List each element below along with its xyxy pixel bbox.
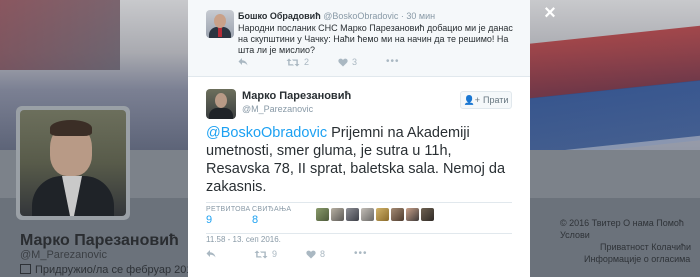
footer-line[interactable]: Приватност Колачићи xyxy=(560,241,696,253)
likers-avatars xyxy=(316,208,434,221)
profile-joined: Придружио/ла се фебруар 2012 xyxy=(20,264,199,276)
parent-author-handle: @BoskoObradovic xyxy=(323,11,399,21)
more-dots-icon: ••• xyxy=(386,56,400,67)
liker-avatar[interactable] xyxy=(361,208,374,221)
parent-tweet-text: Народни посланик СНС Марко Парезановић д… xyxy=(238,23,513,55)
parent-tweet-actions: 2 3 ••• xyxy=(238,57,438,69)
reply-icon xyxy=(206,250,216,258)
heart-icon xyxy=(338,58,348,66)
profile-name[interactable]: Марко Парезановић xyxy=(20,232,179,250)
follow-person-icon: 👤+ xyxy=(463,94,481,105)
footer-line[interactable]: © 2016 Твитер О нама Помоћ Услови xyxy=(560,217,696,241)
more-dots-icon: ••• xyxy=(354,248,368,259)
tweet-modal: Бошко Обрадовић @BoskoObradovic · 30 мин… xyxy=(188,0,530,277)
main-author-name[interactable]: Марко Парезановић xyxy=(242,90,351,102)
parent-author[interactable]: Бошко Обрадовић @BoskoObradovic · 30 мин xyxy=(238,11,435,21)
retweet-icon xyxy=(286,58,300,66)
liker-avatar[interactable] xyxy=(421,208,434,221)
tweet-stats: РЕТВИТОВА 9 СВИЂАЊА 8 xyxy=(206,202,512,234)
parent-tweet[interactable]: Бошко Обрадовић @BoskoObradovic · 30 мин… xyxy=(188,0,530,77)
header-decoration xyxy=(0,0,120,70)
liker-avatar[interactable] xyxy=(331,208,344,221)
main-tweet: Марко Парезановић @M_Parezanovic 👤+ Прат… xyxy=(188,77,530,277)
like-button[interactable]: 8 xyxy=(306,249,325,259)
liker-avatar[interactable] xyxy=(406,208,419,221)
retweets-label: РЕТВИТОВА xyxy=(206,206,251,213)
like-count: 8 xyxy=(320,249,326,259)
liker-avatar[interactable] xyxy=(376,208,389,221)
main-author-avatar[interactable] xyxy=(206,89,236,119)
reply-button[interactable] xyxy=(238,57,248,66)
joined-text: Придружио/ла се фебруар 2012 xyxy=(35,264,199,276)
parent-author-name[interactable]: Бошко Обрадовић xyxy=(238,11,321,21)
retweets-stat[interactable]: РЕТВИТОВА 9 xyxy=(206,206,251,226)
main-tweet-text: @BoskoObradovic Prijemni na Akademiji um… xyxy=(206,124,516,196)
likes-label: СВИЂАЊА xyxy=(252,206,292,213)
retweet-button[interactable]: 2 xyxy=(286,57,309,67)
mention-link[interactable]: @BoskoObradovic xyxy=(206,125,327,141)
calendar-icon xyxy=(20,264,31,274)
follow-label: Прати xyxy=(483,95,509,105)
profile-handle: @M_Parezanovic xyxy=(20,249,107,261)
more-button[interactable]: ••• xyxy=(386,56,400,67)
more-button[interactable]: ••• xyxy=(354,248,368,259)
retweets-value: 9 xyxy=(206,214,213,226)
main-tweet-actions: 9 8 ••• xyxy=(206,249,406,261)
retweet-icon xyxy=(254,250,268,258)
reply-button[interactable] xyxy=(206,249,216,258)
likes-stat[interactable]: СВИЂАЊА 8 xyxy=(252,206,291,226)
liker-avatar[interactable] xyxy=(346,208,359,221)
parent-tweet-time[interactable]: · 30 мин xyxy=(401,11,435,21)
liker-avatar[interactable] xyxy=(316,208,329,221)
close-icon[interactable]: × xyxy=(541,3,559,23)
main-author-handle[interactable]: @M_Parezanovic xyxy=(242,104,313,114)
parent-author-avatar[interactable] xyxy=(206,10,234,38)
footer-line[interactable]: Информације о огласима xyxy=(560,253,696,265)
heart-icon xyxy=(306,250,316,258)
footer-links: © 2016 Твитер О нама Помоћ Услови Приват… xyxy=(560,217,696,265)
profile-avatar[interactable] xyxy=(20,110,126,216)
like-count: 3 xyxy=(352,57,358,67)
retweet-count: 2 xyxy=(304,57,310,67)
liker-avatar[interactable] xyxy=(391,208,404,221)
retweet-count: 9 xyxy=(272,249,278,259)
follow-button[interactable]: 👤+ Прати xyxy=(460,91,512,109)
likes-value: 8 xyxy=(252,214,259,226)
like-button[interactable]: 3 xyxy=(338,57,357,67)
retweet-button[interactable]: 9 xyxy=(254,249,277,259)
tweet-timestamp: 11.58 - 13. сеп 2016. xyxy=(206,235,281,244)
reply-icon xyxy=(238,58,248,66)
